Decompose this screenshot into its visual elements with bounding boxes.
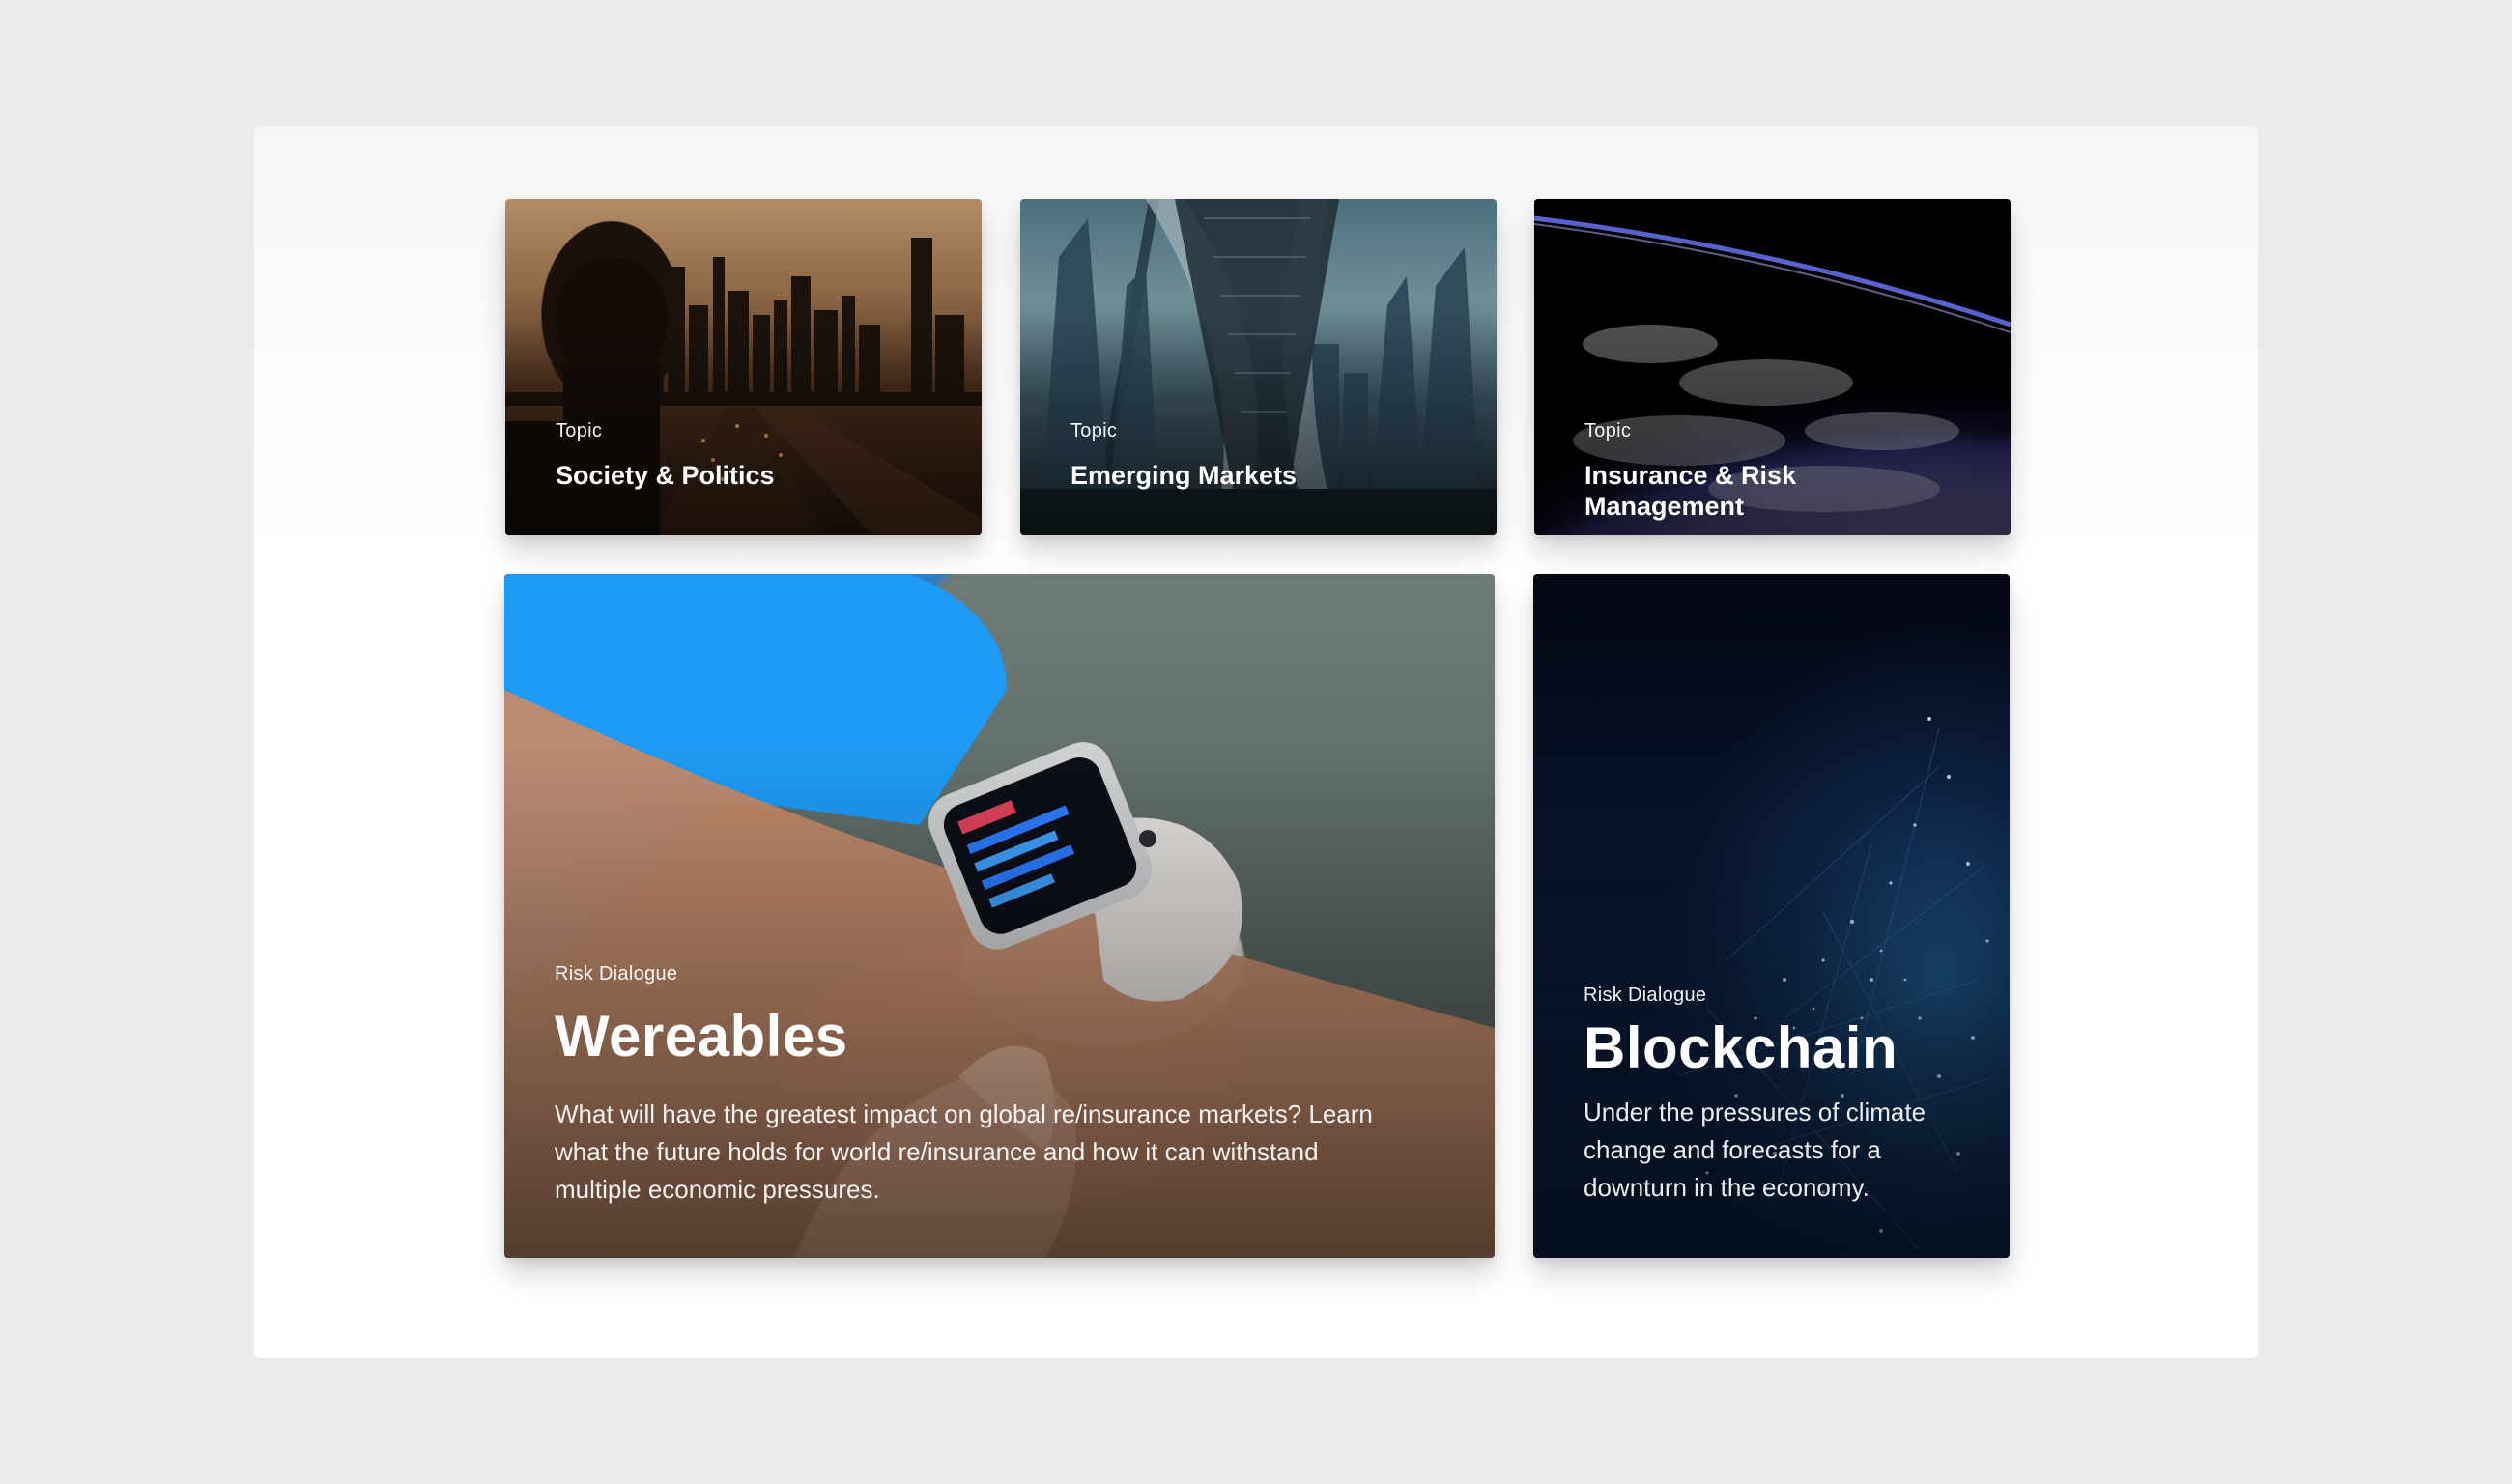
card-description: What will have the greatest impact on gl… bbox=[555, 1099, 1373, 1204]
card-caption: Risk Dialogue Blockchain Under the press… bbox=[1584, 984, 1971, 1207]
card-title[interactable]: Insurance & Risk Management bbox=[1584, 460, 1960, 522]
card-eyebrow: Topic bbox=[1070, 420, 1118, 442]
card-eyebrow: Topic bbox=[556, 420, 603, 442]
card-caption: Topic Emerging Markets bbox=[1070, 419, 1446, 491]
card-eyebrow: Risk Dialogue bbox=[1584, 985, 1707, 1006]
feature-card-blockchain[interactable]: Risk Dialogue Blockchain Under the press… bbox=[1533, 574, 2010, 1258]
card-eyebrow: Risk Dialogue bbox=[555, 963, 678, 985]
card-title[interactable]: Wereables bbox=[555, 1003, 1408, 1070]
topic-card-insurance-risk-management[interactable]: Topic Insurance & Risk Management bbox=[1534, 199, 2011, 535]
card-caption: Risk Dialogue Wereables What will have t… bbox=[555, 962, 1408, 1209]
card-title[interactable]: Society & Politics bbox=[556, 460, 931, 491]
card-eyebrow: Topic bbox=[1584, 420, 1632, 442]
content-panel: Topic Society & Politics Topic Emerging … bbox=[254, 126, 2258, 1358]
card-caption: Topic Insurance & Risk Management bbox=[1584, 419, 1960, 522]
feature-card-wereables[interactable]: Risk Dialogue Wereables What will have t… bbox=[504, 574, 1495, 1258]
topic-card-emerging-markets[interactable]: Topic Emerging Markets bbox=[1020, 199, 1497, 535]
card-title[interactable]: Blockchain bbox=[1584, 1014, 1971, 1082]
card-caption: Topic Society & Politics bbox=[556, 419, 931, 491]
card-description: Under the pressures of climate change an… bbox=[1584, 1098, 1927, 1202]
topic-card-society-politics[interactable]: Topic Society & Politics bbox=[505, 199, 982, 535]
card-title[interactable]: Emerging Markets bbox=[1070, 460, 1446, 491]
